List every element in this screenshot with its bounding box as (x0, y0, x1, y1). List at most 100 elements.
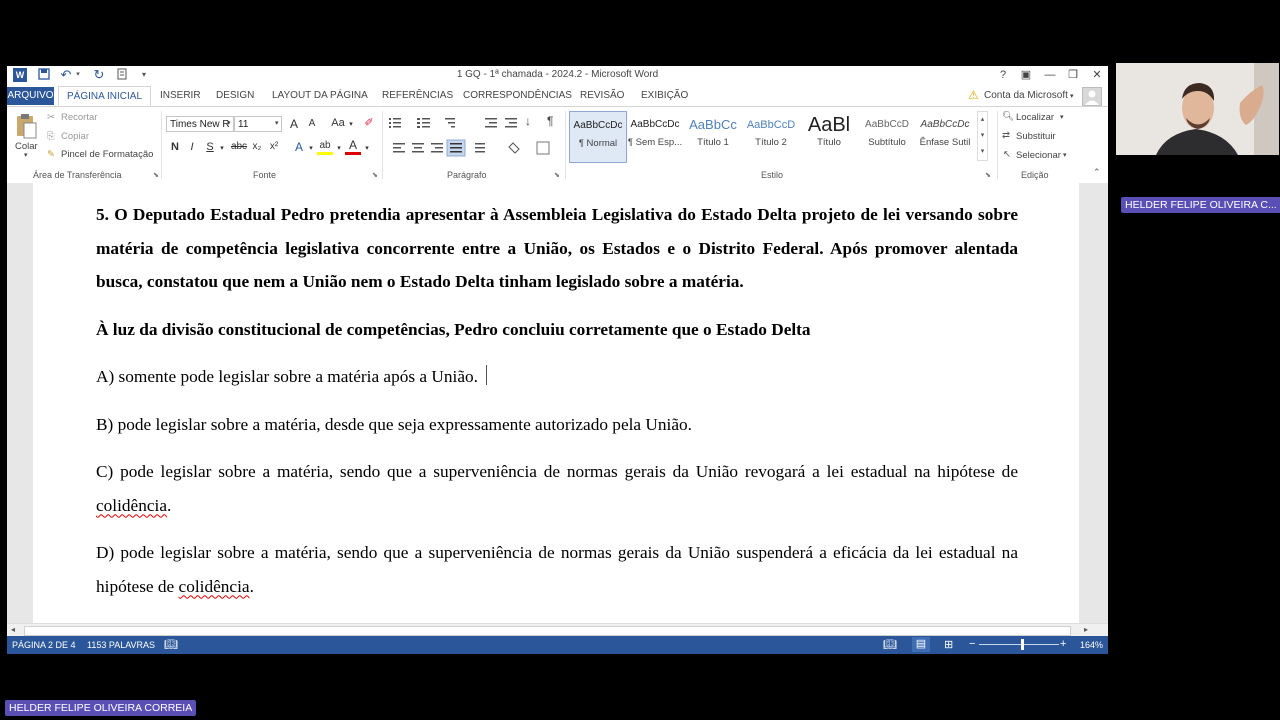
font-name-field[interactable]: Times New R (166, 116, 234, 132)
strikethrough-button[interactable]: abc (229, 141, 249, 152)
question-prompt[interactable]: À luz da divisão constitucional de compe… (96, 313, 1018, 346)
tab-design[interactable]: DESIGN (216, 90, 254, 101)
tab-insert[interactable]: INSERIR (160, 90, 201, 101)
option-c-end: . (167, 495, 172, 515)
option-c-text: C) pode legislar sobre a matéria, sendo … (96, 462, 1018, 481)
clear-formatting-icon[interactable]: ✐ (361, 116, 377, 129)
question-text[interactable]: 5. O Deputado Estadual Pedro pretendia a… (96, 198, 1018, 299)
web-layout-icon[interactable]: ⊞ (944, 638, 953, 651)
webcam-video (1116, 63, 1279, 155)
zoom-slider[interactable] (979, 644, 1059, 645)
close-button[interactable]: ✕ (1087, 67, 1107, 83)
tab-references[interactable]: REFERÊNCIAS (382, 90, 453, 101)
misspelled-word[interactable]: colidência (179, 577, 250, 596)
superscript-button[interactable]: x² (266, 141, 282, 152)
find-button[interactable]: Localizar (1016, 112, 1054, 123)
underline-dropdown-icon[interactable]: ▾ (214, 144, 230, 152)
change-case-dropdown-icon[interactable]: ▾ (343, 120, 359, 128)
zoom-slider-thumb[interactable] (1021, 639, 1024, 650)
subscript-button[interactable]: x₂ (249, 141, 265, 152)
clipboard-dialog-launcher-icon[interactable]: ⬊ (153, 171, 159, 179)
group-separator (161, 111, 162, 179)
italic-button[interactable]: I (184, 141, 200, 153)
account-link[interactable]: Conta da Microsoft (984, 90, 1068, 101)
copy-icon: ⎘ (47, 131, 55, 142)
paste-dropdown-icon[interactable]: ▾ (24, 151, 28, 159)
scroll-right-icon[interactable]: ▸ (1084, 625, 1088, 634)
styles-dialog-launcher-icon[interactable]: ⬊ (985, 171, 991, 179)
avatar[interactable] (1082, 87, 1102, 106)
option-c[interactable]: C) pode legislar sobre a matéria, sendo … (96, 455, 1018, 522)
ribbon-display-options-button[interactable]: ▣ (1016, 67, 1036, 83)
collapse-ribbon-icon[interactable]: ⌃ (1093, 167, 1101, 178)
tab-review[interactable]: REVISÃO (580, 90, 624, 101)
group-separator (997, 111, 998, 179)
cut-button[interactable]: Recortar (61, 112, 97, 123)
styles-gallery: AaBbCcDc ¶ Normal AaBbCcDc ¶ Sem Esp... … (569, 107, 989, 167)
maximize-button[interactable]: ❐ (1063, 67, 1083, 83)
styles-scroll-icon[interactable]: ▴ ▾ ▾ (977, 111, 988, 161)
document-area[interactable]: 5. O Deputado Estadual Pedro pretendia a… (7, 183, 1108, 623)
zoom-out-button[interactable]: − (969, 638, 975, 650)
option-a[interactable]: A) somente pode legislar sobre a matéria… (96, 360, 1018, 393)
select-button[interactable]: Selecionar (1016, 150, 1061, 161)
tab-home[interactable]: PÁGINA INICIAL (58, 86, 152, 107)
grow-font-button[interactable]: A (286, 117, 302, 131)
tab-view[interactable]: EXIBIÇÃO (641, 90, 688, 101)
tab-page-layout[interactable]: LAYOUT DA PÁGINA (272, 90, 368, 101)
scroll-left-icon[interactable]: ◂ (11, 625, 15, 634)
proofing-icon[interactable]: 📖︎ (164, 638, 178, 651)
help-button[interactable]: ? (993, 67, 1013, 83)
zoom-level[interactable]: 164% (1080, 640, 1103, 650)
style-normal[interactable]: AaBbCcDc ¶ Normal (569, 111, 627, 163)
paste-icon[interactable] (15, 113, 37, 139)
style-heading-2[interactable]: AaBbCcD Título 2 (743, 111, 799, 161)
print-layout-view-icon[interactable]: ▤ (912, 637, 930, 652)
paragraph-group-label: Parágrafo (447, 170, 487, 180)
find-dropdown-icon[interactable]: ▾ (1060, 113, 1064, 121)
tab-file[interactable]: ARQUIVO (7, 87, 54, 105)
font-color-dropdown-icon[interactable]: ▾ (359, 144, 375, 152)
scroll-thumb[interactable] (24, 626, 1071, 636)
font-size-dropdown-icon[interactable]: ▾ (275, 119, 279, 127)
replace-button[interactable]: Substituir (1016, 131, 1056, 142)
document-page[interactable]: 5. O Deputado Estadual Pedro pretendia a… (33, 183, 1079, 623)
bold-button[interactable]: N (167, 141, 183, 153)
style-preview: AaBbCcDc (573, 120, 623, 131)
style-subtle-emphasis[interactable]: AaBbCcDc Ênfase Sutil (917, 111, 973, 161)
copy-button[interactable]: Copiar (61, 131, 89, 142)
format-painter-icon: ✎ (47, 149, 55, 160)
shrink-font-button[interactable]: A (304, 118, 320, 129)
horizontal-scrollbar[interactable]: ◂ ▸ (7, 623, 1108, 637)
group-separator (382, 111, 383, 179)
zoom-in-button[interactable]: + (1060, 638, 1066, 650)
format-painter-button[interactable]: Pincel de Formatação (61, 149, 153, 160)
read-mode-icon[interactable]: 📖︎ (883, 638, 897, 651)
select-icon: ↖ (1003, 149, 1011, 160)
paragraph-dialog-launcher-icon[interactable]: ⬊ (554, 171, 560, 179)
misspelled-word[interactable]: colidência (96, 496, 167, 515)
account-dropdown-icon[interactable]: ▾ (1070, 92, 1074, 100)
style-heading-1[interactable]: AaBbCc Título 1 (685, 111, 741, 161)
option-d[interactable]: D) pode legislar sobre a matéria, sendo … (96, 536, 1018, 603)
clipboard-group-label: Área de Transferência (33, 170, 122, 180)
tab-mailings[interactable]: CORRESPONDÊNCIAS (463, 90, 572, 101)
style-no-spacing[interactable]: AaBbCcDc ¶ Sem Esp... (627, 111, 683, 161)
show-formatting-button[interactable]: ¶ (547, 114, 553, 128)
style-preview: AaBl (807, 114, 851, 136)
style-title[interactable]: AaBl Título (801, 111, 857, 161)
word-window: W ↶ ▾ ↻ ▾ 1 GQ - 1ª chamada - 2024.2 - M… (7, 66, 1108, 654)
option-b[interactable]: B) pode legislar sobre a matéria, desde … (96, 408, 1018, 441)
paragraph-tools (387, 115, 567, 165)
style-name: ¶ Sem Esp... (627, 137, 683, 148)
minimize-button[interactable]: — (1040, 67, 1060, 83)
font-name-dropdown-icon[interactable]: ▾ (227, 119, 231, 127)
sort-button[interactable]: ↓ (525, 114, 531, 128)
word-count[interactable]: 1153 PALAVRAS (87, 640, 155, 650)
page-count[interactable]: PÁGINA 2 DE 4 (12, 640, 76, 650)
style-name: Título (817, 137, 841, 148)
style-subtitle[interactable]: AaBbCcD Subtítulo (859, 111, 915, 161)
font-dialog-launcher-icon[interactable]: ⬊ (372, 171, 378, 179)
select-dropdown-icon[interactable]: ▾ (1063, 151, 1067, 159)
editing-group-label: Edição (1021, 170, 1049, 180)
